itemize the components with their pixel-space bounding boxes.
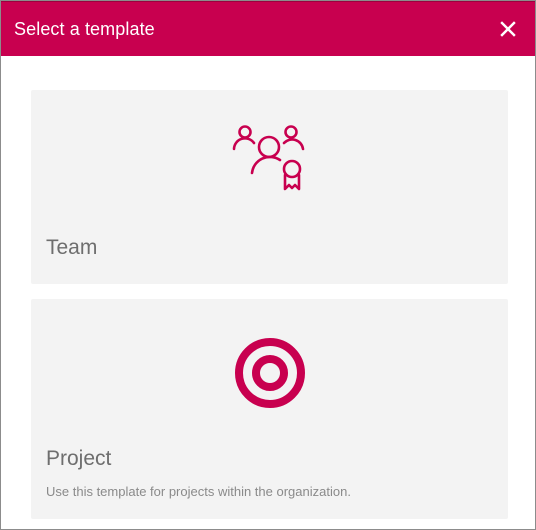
dialog-body: Team Project Use this template for proje… xyxy=(1,56,535,519)
close-button[interactable] xyxy=(495,16,521,42)
template-label: Project xyxy=(46,447,112,470)
template-description: Use this template for projects within th… xyxy=(46,484,351,499)
template-card-project[interactable]: Project Use this template for projects w… xyxy=(31,299,508,519)
dialog-title: Select a template xyxy=(14,18,155,39)
close-icon xyxy=(500,21,516,37)
template-label: Team xyxy=(46,236,98,259)
dialog-header: Select a template xyxy=(1,1,535,56)
template-card-team[interactable]: Team xyxy=(31,90,508,284)
team-icon xyxy=(232,125,304,191)
template-dialog: Select a template Team Project Use this … xyxy=(0,0,536,530)
target-icon xyxy=(234,338,305,408)
